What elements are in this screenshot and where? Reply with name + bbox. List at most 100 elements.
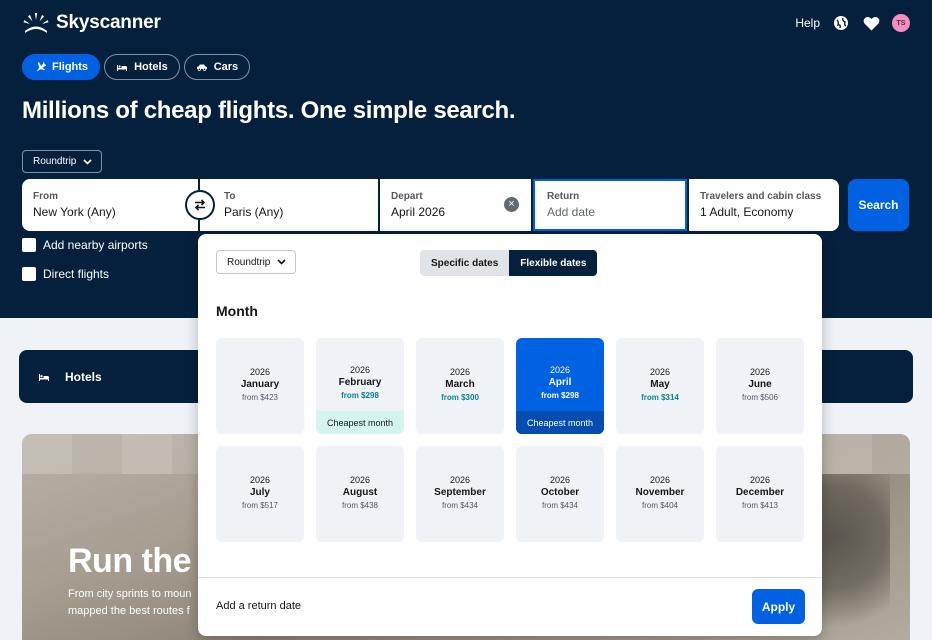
to-label: To xyxy=(224,191,236,202)
month-year: 2026 xyxy=(649,475,671,485)
to-value: Paris (Any) xyxy=(224,205,284,219)
month-name: February xyxy=(338,377,382,388)
footer-message: Add a return date xyxy=(216,600,302,612)
from-label: From xyxy=(33,191,58,202)
tab-specific-dates[interactable]: Specific dates xyxy=(420,250,510,276)
month-name: August xyxy=(342,487,378,498)
swap-button[interactable] xyxy=(185,190,215,220)
month-year: 2026 xyxy=(749,475,771,485)
search-button[interactable]: Search xyxy=(848,179,909,231)
tab-flexible-dates[interactable]: Flexible dates xyxy=(509,250,598,276)
nearby-airports-label: Add nearby airports xyxy=(43,238,148,252)
hotels-card-label: Hotels xyxy=(65,369,102,384)
tab-hotels[interactable]: Hotels xyxy=(104,54,180,80)
month-price: from $298 xyxy=(541,391,579,400)
clear-depart-icon[interactable]: × xyxy=(504,197,519,212)
month-option-february[interactable]: 2026 February from $298 Cheapest month xyxy=(316,338,404,434)
month-year: 2026 xyxy=(549,365,571,375)
month-year: 2026 xyxy=(349,365,371,375)
month-price: from $517 xyxy=(241,501,279,510)
tab-label: Flights xyxy=(52,61,89,73)
return-label: Return xyxy=(547,191,580,202)
direct-flights-option[interactable]: Direct flights xyxy=(22,267,109,281)
month-option-may[interactable]: 2026 May from $314 xyxy=(616,338,704,434)
avatar[interactable]: TS xyxy=(892,14,910,32)
month-heading: Month xyxy=(216,303,258,319)
return-field[interactable]: Return Add date xyxy=(533,179,687,231)
month-name: July xyxy=(249,487,270,498)
month-option-september[interactable]: 2026 September from $434 xyxy=(416,446,504,542)
month-name: November xyxy=(635,487,685,498)
to-field[interactable]: To Paris (Any) xyxy=(200,179,378,231)
month-name: January xyxy=(240,379,280,390)
heart-icon[interactable] xyxy=(862,14,880,32)
panel-footer: Add a return date Apply xyxy=(198,577,822,636)
panel-trip-type-select[interactable]: Roundtrip xyxy=(216,250,297,274)
month-option-july[interactable]: 2026 July from $517 xyxy=(216,446,304,542)
help-link[interactable]: Help xyxy=(795,16,820,30)
skyscanner-logo[interactable]: Skyscanner xyxy=(22,12,161,34)
cheapest-month-badge: Cheapest month xyxy=(316,411,404,434)
month-option-january[interactable]: 2026 January from $423 xyxy=(216,338,304,434)
month-price: from $404 xyxy=(641,501,679,510)
month-price: from $413 xyxy=(741,501,779,510)
month-name: September xyxy=(434,487,486,498)
date-mode-toggle: Specific dates Flexible dates xyxy=(420,250,598,276)
month-price: from $434 xyxy=(441,501,479,510)
month-year: 2026 xyxy=(449,475,471,485)
panel-trip-type-value: Roundtrip xyxy=(227,256,271,268)
depart-label: Depart xyxy=(391,191,423,202)
month-name: December xyxy=(735,487,785,498)
chevron-down-icon xyxy=(277,259,286,265)
bed-icon xyxy=(39,373,49,381)
cheapest-month-badge: Cheapest month xyxy=(516,411,604,434)
month-option-march[interactable]: 2026 March from $300 xyxy=(416,338,504,434)
month-option-august[interactable]: 2026 August from $438 xyxy=(316,446,404,542)
month-option-november[interactable]: 2026 November from $404 xyxy=(616,446,704,542)
sunrise-icon xyxy=(23,13,49,33)
globe-icon[interactable] xyxy=(832,14,850,32)
month-name: April xyxy=(548,377,572,388)
direct-flights-checkbox[interactable] xyxy=(22,267,36,281)
month-year: 2026 xyxy=(449,367,471,377)
depart-value: April 2026 xyxy=(391,205,446,219)
swap-icon xyxy=(194,199,206,211)
nearby-airports-option[interactable]: Add nearby airports xyxy=(22,238,148,252)
product-tabs: Flights Hotels Cars xyxy=(22,54,251,80)
month-option-april[interactable]: 2026 April from $298 Cheapest month xyxy=(516,338,604,434)
month-price: from $300 xyxy=(441,393,479,402)
tab-label: Hotels xyxy=(134,61,168,73)
month-name: June xyxy=(748,379,772,390)
month-option-october[interactable]: 2026 October from $434 xyxy=(516,446,604,542)
month-year: 2026 xyxy=(249,475,271,485)
from-value: New York (Any) xyxy=(33,205,116,219)
car-icon xyxy=(196,64,207,71)
travelers-value: 1 Adult, Economy xyxy=(700,205,794,219)
chevron-down-icon xyxy=(83,158,92,165)
tab-cars[interactable]: Cars xyxy=(183,54,251,80)
month-price: from $506 xyxy=(741,393,779,402)
apply-button[interactable]: Apply xyxy=(752,589,805,624)
month-year: 2026 xyxy=(649,367,671,377)
month-price: from $434 xyxy=(541,501,579,510)
trip-type-select[interactable]: Roundtrip xyxy=(22,150,103,173)
month-option-june[interactable]: 2026 June from $506 xyxy=(716,338,804,434)
page-title: Millions of cheap flights. One simple se… xyxy=(22,97,516,124)
bed-icon xyxy=(117,65,128,71)
nearby-airports-checkbox[interactable] xyxy=(22,238,36,252)
travelers-label: Travelers and cabin class xyxy=(700,191,822,202)
plane-icon xyxy=(36,61,46,72)
month-grid: 2026 January from $423 2026 February from $29… xyxy=(216,338,804,542)
direct-flights-label: Direct flights xyxy=(43,267,110,281)
month-option-december[interactable]: 2026 December from $413 xyxy=(716,446,804,542)
from-field[interactable]: From New York (Any) xyxy=(22,179,198,231)
month-year: 2026 xyxy=(749,367,771,377)
month-price: from $298 xyxy=(341,391,379,400)
travelers-field[interactable]: Travelers and cabin class 1 Adult, Econo… xyxy=(689,179,839,231)
tab-flights[interactable]: Flights xyxy=(22,54,101,80)
top-nav: Help TS xyxy=(795,14,910,32)
return-placeholder: Add date xyxy=(547,205,596,219)
month-year: 2026 xyxy=(549,475,571,485)
month-name: March xyxy=(445,379,475,390)
month-price: from $314 xyxy=(641,393,679,402)
